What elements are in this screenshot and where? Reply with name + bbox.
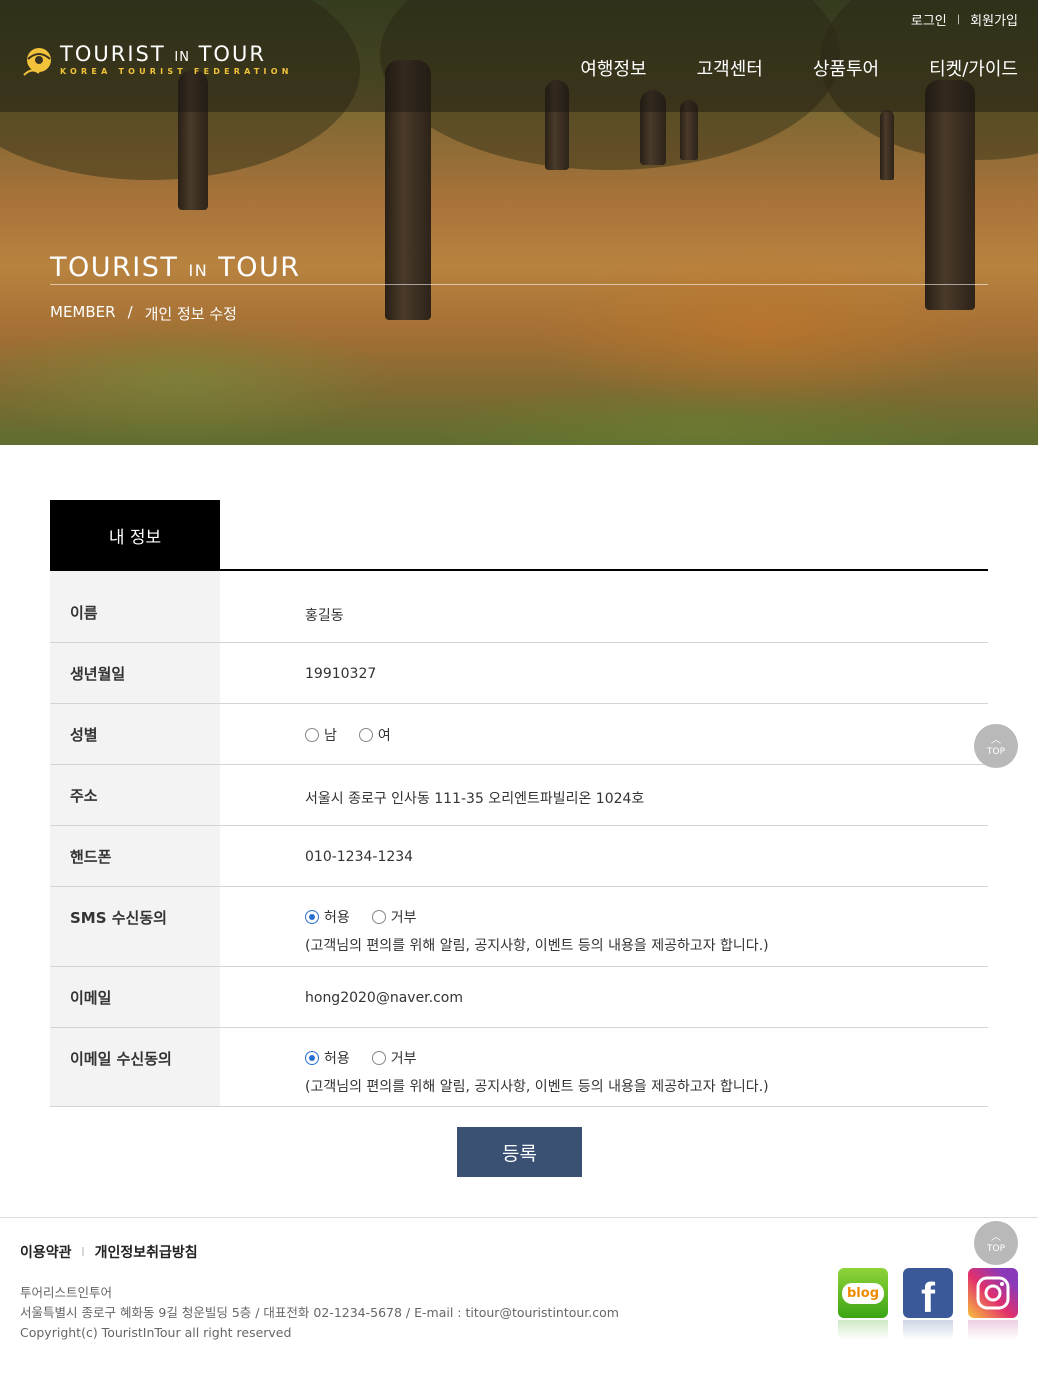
logo-globe-icon xyxy=(23,48,51,76)
gender-radio-group: 남 여 xyxy=(305,725,988,745)
footer-link-separator: | xyxy=(81,1247,85,1257)
footer-links: 이용약관 | 개인정보취급방침 xyxy=(20,1242,198,1262)
breadcrumb: MEMBER / 개인 정보 수정 xyxy=(50,303,237,324)
radio-checked-icon[interactable] xyxy=(305,1051,319,1065)
hero-banner: TOURIST IN TOUR KOREA TOURIST FEDERATION… xyxy=(0,0,1038,445)
tree-trunk xyxy=(880,110,894,180)
logo-subtitle: KOREA TOURIST FEDERATION xyxy=(60,67,293,76)
tab-my-info[interactable]: 내 정보 xyxy=(50,500,220,570)
terms-link[interactable]: 이용약관 xyxy=(20,1242,72,1262)
email-deny-radio[interactable]: 거부 xyxy=(371,1048,417,1068)
scroll-top-button-footer[interactable]: ︿ TOP xyxy=(974,1221,1018,1265)
email-label: 이메일 xyxy=(50,967,220,1027)
utility-menu: 로그인 | 회원가입 xyxy=(911,10,1018,29)
name-label: 이름 xyxy=(50,571,220,642)
email-consent-note: (고객님의 편의를 위해 알림, 공지사항, 이벤트 등의 내용을 제공하고자 … xyxy=(305,1079,769,1095)
form-row-phone: 핸드폰 010-1234-1234 xyxy=(50,826,988,887)
email-allow-radio[interactable]: 허용 xyxy=(305,1048,350,1068)
nav-product-tour[interactable]: 상품투어 xyxy=(813,55,879,81)
form-row-gender: 성별 남 여 xyxy=(50,704,988,765)
join-link[interactable]: 회원가입 xyxy=(970,10,1018,29)
form-row-address: 주소 서울시 종로구 인사동 111-35 오리엔트파빌리온 1024호 xyxy=(50,765,988,826)
sms-allow-radio[interactable]: 허용 xyxy=(305,907,350,927)
sms-consent-note: (고객님의 편의를 위해 알림, 공지사항, 이벤트 등의 내용을 제공하고자 … xyxy=(305,938,769,954)
privacy-policy-link[interactable]: 개인정보취급방침 xyxy=(95,1242,198,1262)
instagram-icon-reflection xyxy=(968,1320,1018,1340)
camera-glyph-icon xyxy=(976,1276,1010,1310)
breadcrumb-root[interactable]: MEMBER xyxy=(50,303,116,324)
form-row-email-consent: 이메일 수신동의 허용 거부 (고객님의 편의를 위해 알림, 공지사항, 이벤… xyxy=(50,1028,988,1107)
util-separator: | xyxy=(956,14,961,25)
chevron-up-icon: ︿ xyxy=(991,734,1001,746)
tree-trunk xyxy=(925,80,975,310)
logo-title: TOURIST IN TOUR xyxy=(60,42,266,66)
instagram-icon[interactable] xyxy=(968,1268,1018,1318)
phone-label: 핸드폰 xyxy=(50,826,220,886)
sms-radio-group: 허용 거부 xyxy=(305,907,988,927)
blog-icon[interactable]: blog xyxy=(838,1268,888,1318)
address-label: 주소 xyxy=(50,765,220,825)
nav-ticket-guide[interactable]: 티켓/가이드 xyxy=(929,55,1018,81)
facebook-icon-reflection xyxy=(903,1320,953,1340)
address-value: 서울시 종로구 인사동 111-35 오리엔트파빌리온 1024호 xyxy=(305,791,645,807)
email-value: hong2020@naver.com xyxy=(305,990,463,1006)
gender-female-radio[interactable]: 여 xyxy=(358,725,391,745)
profile-form: 이름 홍길동 생년월일 19910327 성별 남 여 주소 서울시 종로구 인… xyxy=(50,571,988,1107)
birth-label: 생년월일 xyxy=(50,643,220,703)
breadcrumb-separator: / xyxy=(127,303,133,321)
birth-value: 19910327 xyxy=(305,666,377,682)
sms-deny-radio[interactable]: 거부 xyxy=(371,907,417,927)
nav-customer-center[interactable]: 고객센터 xyxy=(697,55,763,81)
company-name: 투어리스트인투어 xyxy=(20,1285,113,1300)
radio-circle-icon[interactable] xyxy=(358,728,373,742)
blog-icon-reflection xyxy=(838,1320,888,1340)
nav-travel-info[interactable]: 여행정보 xyxy=(580,55,646,81)
scroll-top-button[interactable]: ︿ TOP xyxy=(974,724,1018,768)
footer-info: 투어리스트인투어 서울특별시 종로구 혜화동 9길 청운빌딩 5층 / 대표전화… xyxy=(20,1283,619,1343)
email-consent-label: 이메일 수신동의 xyxy=(50,1028,220,1106)
phone-value: 010-1234-1234 xyxy=(305,849,414,865)
form-row-sms-consent: SMS 수신동의 허용 거부 (고객님의 편의를 위해 알림, 공지사항, 이벤… xyxy=(50,887,988,967)
company-address: 서울특별시 종로구 혜화동 9길 청운빌딩 5층 / 대표전화 02-1234-… xyxy=(20,1305,619,1320)
email-radio-group: 허용 거부 xyxy=(305,1048,988,1068)
radio-circle-icon[interactable] xyxy=(305,728,319,742)
copyright: Copyright(c) TouristInTour all right res… xyxy=(20,1325,292,1340)
hero-title: TOURIST IN TOUR xyxy=(50,252,301,283)
form-row-birth: 생년월일 19910327 xyxy=(50,643,988,704)
login-link[interactable]: 로그인 xyxy=(911,10,947,29)
sms-consent-label: SMS 수신동의 xyxy=(50,887,220,966)
chevron-up-icon: ︿ xyxy=(991,1231,1001,1243)
gender-label: 성별 xyxy=(50,704,220,764)
breadcrumb-current: 개인 정보 수정 xyxy=(144,305,237,323)
gender-male-radio[interactable]: 남 xyxy=(305,725,337,745)
form-row-email: 이메일 hong2020@naver.com xyxy=(50,967,988,1028)
submit-button[interactable]: 등록 xyxy=(457,1127,582,1177)
footer-divider xyxy=(0,1217,1038,1218)
radio-checked-icon[interactable] xyxy=(305,910,319,924)
hero-divider xyxy=(50,284,988,285)
form-row-name: 이름 홍길동 xyxy=(50,571,988,643)
radio-circle-icon[interactable] xyxy=(371,1051,386,1065)
name-value: 홍길동 xyxy=(305,608,344,624)
radio-circle-icon[interactable] xyxy=(371,910,386,924)
site-logo[interactable]: TOURIST IN TOUR KOREA TOURIST FEDERATION xyxy=(22,42,288,82)
facebook-icon[interactable]: f xyxy=(903,1268,953,1321)
main-nav: 여행정보 고객센터 상품투어 티켓/가이드 xyxy=(580,55,1018,81)
